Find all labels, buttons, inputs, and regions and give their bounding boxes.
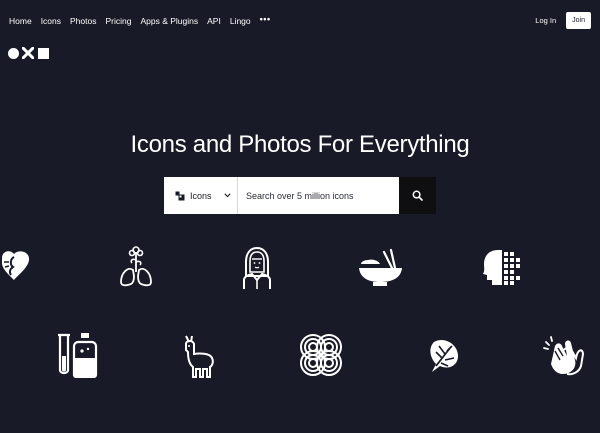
logo-x-icon bbox=[22, 47, 34, 59]
account-actions: Log In Join bbox=[535, 12, 591, 29]
search-bar: Icons bbox=[164, 177, 436, 214]
nav-link-home[interactable]: Home bbox=[9, 16, 32, 26]
search-icon bbox=[412, 190, 423, 201]
nav-link-api[interactable]: API bbox=[207, 16, 221, 26]
nav-link-pricing[interactable]: Pricing bbox=[105, 16, 131, 26]
icons-type-icon bbox=[175, 191, 185, 200]
test-tube-bottle-icon bbox=[56, 332, 98, 378]
logo-circle-icon bbox=[8, 47, 19, 59]
hero-title: Icons and Photos For Everything bbox=[130, 131, 470, 158]
lungs-flower-icon bbox=[118, 246, 154, 288]
nav-link-lingo[interactable]: Lingo bbox=[230, 16, 251, 26]
llama-icon bbox=[183, 334, 215, 378]
noun-project-logo[interactable] bbox=[8, 47, 49, 59]
search-button[interactable] bbox=[399, 177, 436, 214]
ramen-bowl-icon bbox=[358, 248, 404, 288]
heart-face-icon bbox=[0, 248, 32, 284]
more-menu-icon[interactable]: ••• bbox=[260, 15, 271, 26]
search-type-dropdown[interactable]: Icons bbox=[164, 177, 238, 214]
woman-hijab-icon bbox=[242, 246, 272, 290]
join-button[interactable]: Join bbox=[566, 12, 591, 29]
top-navigation: Home Icons Photos Pricing Apps & Plugins… bbox=[0, 0, 600, 42]
pixel-head-icon bbox=[482, 248, 522, 286]
logo-square-icon bbox=[38, 47, 49, 59]
clapping-hands-icon bbox=[543, 334, 585, 376]
nav-link-photos[interactable]: Photos bbox=[70, 16, 96, 26]
nav-links: Home Icons Photos Pricing Apps & Plugins… bbox=[9, 15, 280, 27]
spiral-knot-icon bbox=[298, 332, 344, 378]
search-input[interactable] bbox=[238, 177, 399, 214]
monstera-leaf-icon bbox=[428, 338, 460, 374]
nav-link-icons[interactable]: Icons bbox=[41, 16, 61, 26]
search-type-label: Icons bbox=[190, 190, 212, 201]
login-link[interactable]: Log In bbox=[535, 16, 556, 25]
nav-link-apps-plugins[interactable]: Apps & Plugins bbox=[140, 16, 198, 26]
chevron-down-icon bbox=[223, 193, 231, 198]
